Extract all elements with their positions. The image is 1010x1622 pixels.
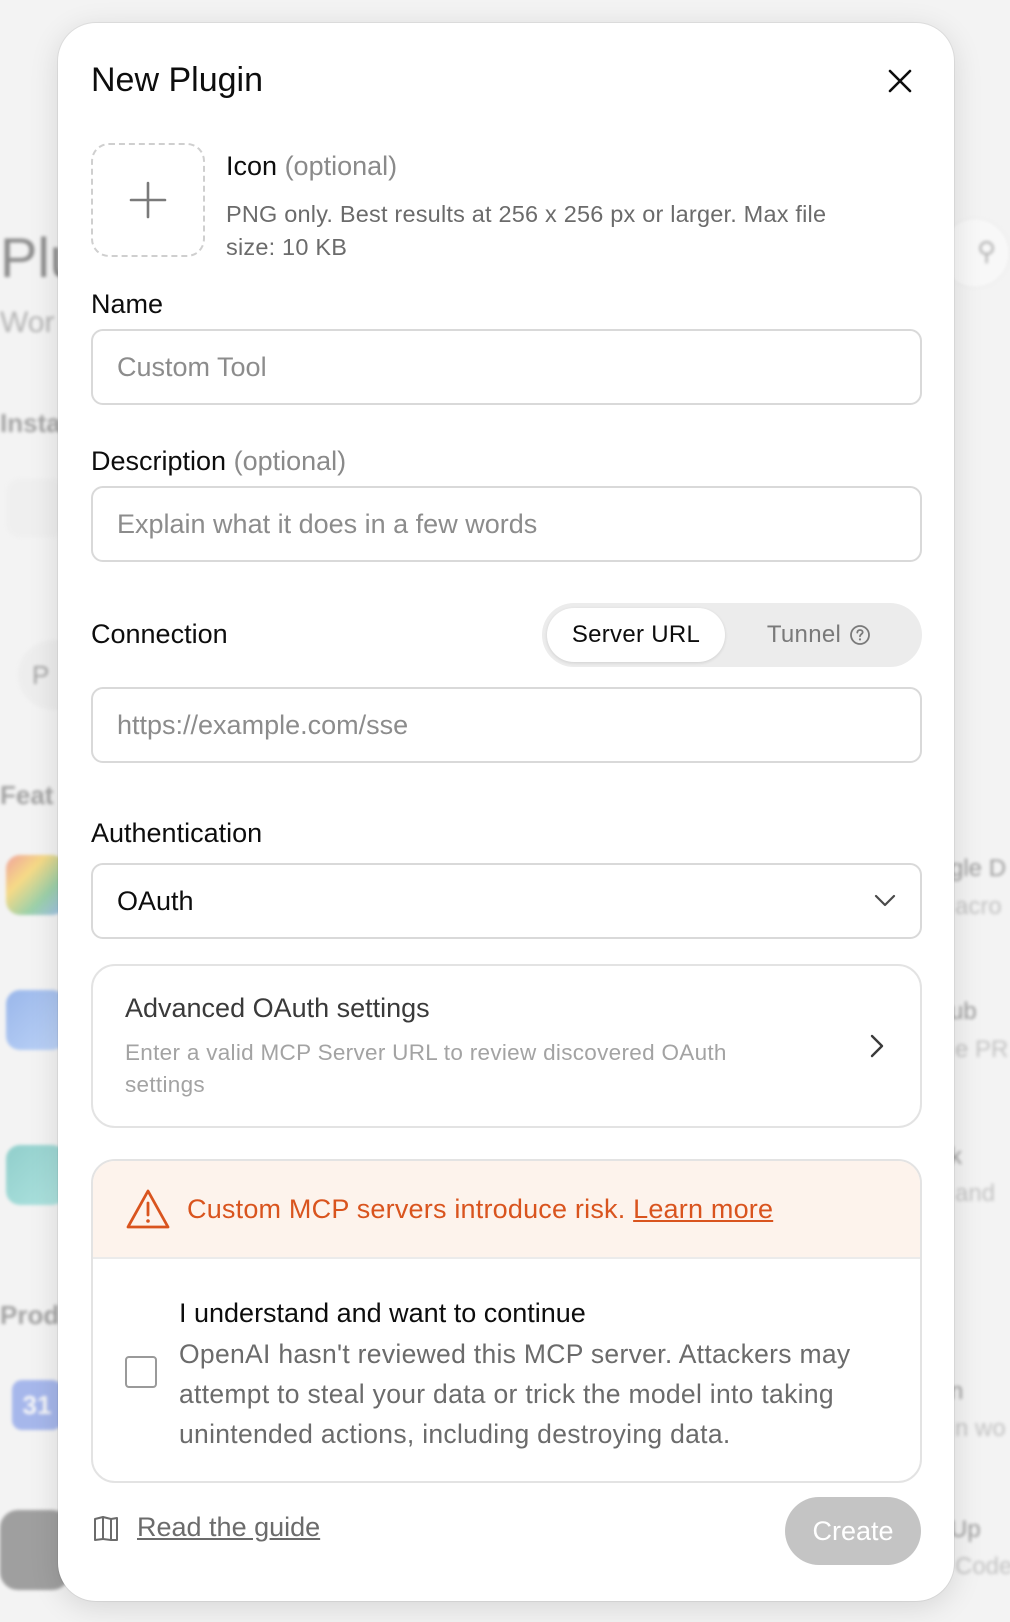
understand-checkbox[interactable] <box>125 1356 157 1388</box>
name-input[interactable] <box>91 329 922 405</box>
icon-label: Icon <box>226 151 278 181</box>
plus-icon <box>129 181 167 219</box>
confirm-title[interactable]: I understand and want to continue <box>179 1298 586 1329</box>
bg-search-icon: ⚲ <box>976 236 996 266</box>
bg-section-productivity: Prod <box>0 1300 60 1330</box>
close-button[interactable] <box>878 59 922 103</box>
description-input[interactable] <box>91 486 922 562</box>
description-label-row: Description (optional) <box>91 446 346 477</box>
bg-cloud-tile <box>6 478 66 538</box>
bg-right-sub: n wo <box>955 1415 1006 1442</box>
chevron-down-icon <box>874 894 896 907</box>
server-url-option[interactable]: Server URL <box>547 608 725 662</box>
server-url-input[interactable] <box>91 687 922 763</box>
read-guide-label: Read the guide <box>137 1512 321 1542</box>
bg-section-installed: Insta <box>0 408 61 438</box>
bg-right-title: ub <box>950 998 977 1025</box>
chevron-right-icon <box>870 1034 884 1058</box>
bg-right-sub: and <box>955 1180 996 1207</box>
advanced-oauth-title: Advanced OAuth settings <box>125 993 430 1023</box>
connection-label: Connection <box>91 619 228 649</box>
authentication-selected-value: OAuth <box>117 885 194 916</box>
advanced-oauth-settings-card[interactable]: Advanced OAuth settings Enter a valid MC… <box>91 964 922 1128</box>
risk-warning-message: Custom MCP servers introduce risk. <box>187 1193 626 1224</box>
authentication-label: Authentication <box>91 818 263 848</box>
bg-right-sub: Code <box>955 1553 1010 1580</box>
create-button[interactable]: Create <box>785 1497 921 1565</box>
risk-banner: Custom MCP servers introduce risk. Learn… <box>93 1161 920 1259</box>
tunnel-option[interactable]: Tunnel <box>725 608 913 662</box>
bg-gmail-tile <box>6 855 66 915</box>
bg-right-title: Up <box>950 1516 981 1543</box>
bg-right-sub: e PR <box>955 1036 1009 1063</box>
read-guide-link[interactable]: Read the guide <box>91 1512 320 1543</box>
bg-pill-text: P <box>32 660 50 690</box>
icon-field-label: Icon (optional) <box>226 151 397 182</box>
tunnel-option-label: Tunnel <box>766 621 842 648</box>
bg-page-subtitle: Wor <box>0 306 55 339</box>
warning-triangle-icon <box>126 1189 170 1229</box>
icon-optional-label: (optional) <box>284 151 398 181</box>
risk-warning-text: Custom MCP servers introduce risk. Learn… <box>187 1194 773 1225</box>
bg-app-tile-2 <box>6 1145 66 1205</box>
risk-confirm-area: I understand and want to continue OpenAI… <box>93 1259 920 1481</box>
new-plugin-dialog: New Plugin Icon (optional) PNG only. Bes… <box>58 23 954 1601</box>
close-icon <box>888 69 912 93</box>
name-label: Name <box>91 289 164 319</box>
icon-upload-dropzone[interactable] <box>91 143 205 257</box>
bg-app-tile <box>6 990 66 1050</box>
book-icon <box>94 1515 118 1541</box>
bg-right-sub: acro <box>955 893 1002 920</box>
learn-more-link[interactable]: Learn more <box>633 1194 773 1224</box>
icon-help-text: PNG only. Best results at 256 x 256 px o… <box>226 201 827 260</box>
connection-type-toggle: Server URL Tunnel <box>542 603 922 667</box>
description-optional-label: (optional) <box>233 446 347 476</box>
help-circle-icon[interactable] <box>849 624 871 646</box>
authentication-select[interactable]: OAuth <box>91 863 922 939</box>
risk-warning-box: Custom MCP servers introduce risk. Learn… <box>91 1159 922 1483</box>
advanced-oauth-description: Enter a valid MCP Server URL to review d… <box>125 1040 727 1097</box>
bg-calendar-tile: 31 <box>12 1380 62 1430</box>
bg-right-title: gle D <box>950 855 1007 882</box>
confirm-description: OpenAI hasn't reviewed this MCP server. … <box>179 1339 851 1449</box>
bg-section-featured: Feat <box>0 780 54 810</box>
dialog-title: New Plugin <box>91 61 263 99</box>
description-label: Description <box>91 446 227 476</box>
